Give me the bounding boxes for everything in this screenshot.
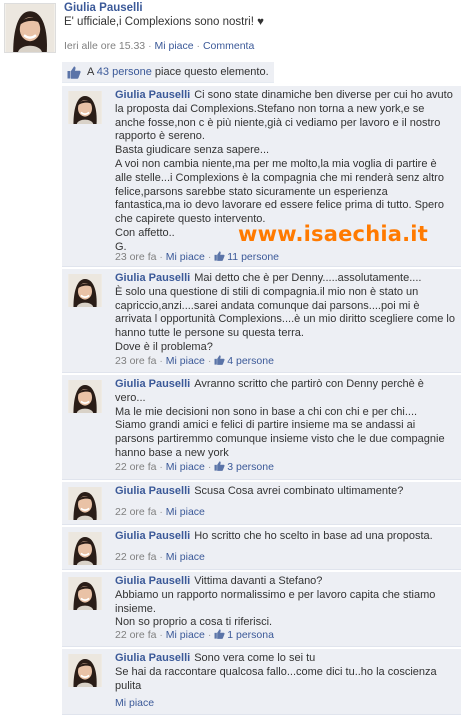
comment-text: Mai detto che è per Denny.....assolutame…: [115, 272, 455, 353]
comment-like-link[interactable]: Mi piace: [166, 506, 205, 518]
post-author-name[interactable]: Giulia Pauselli: [64, 2, 143, 14]
status-post: Giulia Pauselli E' ufficiale,i Complexio…: [0, 0, 463, 66]
comment-item: Giulia Pauselli Sono vera come lo sei tu …: [62, 649, 461, 715]
comment-timestamp[interactable]: 23 ore fa: [115, 355, 156, 367]
comment-like-link[interactable]: Mi piace: [166, 461, 205, 473]
post-text: E' ufficiale,i Complexions sono nostri! …: [64, 16, 264, 28]
avatar-photo: [5, 4, 55, 52]
comment-like-link[interactable]: Mi piace: [166, 355, 205, 367]
comment-likes-count[interactable]: 3 persone: [227, 461, 274, 473]
comment-meta: 23 ore fa · Mi piace · 4 persone: [115, 355, 274, 367]
likes-prefix: A: [87, 66, 97, 78]
comment-timestamp[interactable]: 22 ore fa: [115, 629, 156, 641]
post-meta: Ieri alle ore 15.33 · Mi piace · Comment…: [64, 40, 255, 52]
avatar-photo: [68, 380, 102, 413]
comment-author-name[interactable]: Giulia Pauselli: [115, 652, 190, 664]
comment-timestamp[interactable]: 22 ore fa: [115, 551, 156, 563]
thumbs-up-icon: [67, 66, 81, 79]
post-comment-link[interactable]: Commenta: [203, 40, 254, 52]
comment-meta: Mi piace: [115, 697, 154, 709]
comment-avatar[interactable]: [68, 91, 102, 124]
avatar-photo: [68, 532, 102, 565]
comment-meta: 22 ore fa · Mi piace: [115, 506, 205, 518]
comment-timestamp[interactable]: 22 ore fa: [115, 461, 156, 473]
comment-text: Avranno scritto che partirò con Denny pe…: [115, 378, 445, 459]
thumbs-up-icon: [214, 251, 225, 261]
comment-timestamp[interactable]: 22 ore fa: [115, 506, 156, 518]
likes-count-link[interactable]: 43 persone: [97, 66, 152, 78]
comment-likes-count[interactable]: 1 persona: [227, 629, 274, 641]
comment-author-name[interactable]: Giulia Pauselli: [115, 378, 190, 390]
comment-avatar[interactable]: [68, 654, 102, 687]
thumbs-up-icon: [214, 629, 225, 639]
likes-summary: A 43 persone piace questo elemento.: [62, 62, 274, 83]
avatar-photo: [68, 577, 102, 610]
comment-item: Giulia Pauselli Avranno scritto che parti…: [62, 375, 461, 480]
comment-like-link[interactable]: Mi piace: [115, 697, 154, 709]
comment-meta: 22 ore fa · Mi piace · 3 persone: [115, 461, 274, 473]
avatar-photo: [68, 654, 102, 687]
avatar-photo: [68, 487, 102, 520]
comment-item: Giulia Pauselli Vittima davanti a Stefano…: [62, 572, 461, 647]
comment-author-name[interactable]: Giulia Pauselli: [115, 272, 190, 284]
comment-meta: 22 ore fa · Mi piace · 1 persona: [115, 629, 274, 641]
comment-avatar[interactable]: [68, 380, 102, 413]
comment-meta: 22 ore fa · Mi piace: [115, 551, 205, 563]
comment-like-link[interactable]: Mi piace: [166, 551, 205, 563]
comment-text: Ho scritto che ho scelto in base ad una …: [194, 530, 433, 542]
watermark: www.isaechia.it: [238, 222, 428, 246]
comment-likes-count[interactable]: 11 persone: [227, 251, 279, 263]
comment-timestamp[interactable]: 23 ore fa: [115, 251, 156, 263]
comment-like-link[interactable]: Mi piace: [166, 629, 205, 641]
comment-item: Giulia Pauselli Ho scritto che ho scelto …: [62, 527, 461, 570]
comment-meta: 23 ore fa · Mi piace · 11 persone: [115, 251, 280, 263]
comment-likes-count[interactable]: 4 persone: [227, 355, 274, 367]
post-timestamp[interactable]: Ieri alle ore 15.33: [64, 40, 145, 52]
avatar-photo: [68, 91, 102, 124]
likes-suffix: piace questo elemento.: [151, 66, 269, 78]
author-avatar[interactable]: [4, 3, 56, 53]
comment-item: Giulia Pauselli Mai detto che è per Denny…: [62, 269, 461, 373]
comment-avatar[interactable]: [68, 487, 102, 520]
comment-author-name[interactable]: Giulia Pauselli: [115, 530, 190, 542]
comment-author-name[interactable]: Giulia Pauselli: [115, 485, 190, 497]
avatar-photo: [68, 274, 102, 307]
comment-avatar[interactable]: [68, 274, 102, 307]
comment-item: Giulia Pauselli Scusa Cosa avrei combinat…: [62, 482, 461, 525]
comment-author-name[interactable]: Giulia Pauselli: [115, 575, 190, 587]
thumbs-up-icon: [214, 355, 225, 365]
comment-avatar[interactable]: [68, 532, 102, 565]
comment-like-link[interactable]: Mi piace: [166, 251, 205, 263]
comment-author-name[interactable]: Giulia Pauselli: [115, 89, 190, 101]
post-like-link[interactable]: Mi piace: [154, 40, 193, 52]
comment-avatar[interactable]: [68, 577, 102, 610]
thumbs-up-icon: [214, 461, 225, 471]
comment-text: Scusa Cosa avrei combinato ultimamente?: [194, 485, 404, 497]
